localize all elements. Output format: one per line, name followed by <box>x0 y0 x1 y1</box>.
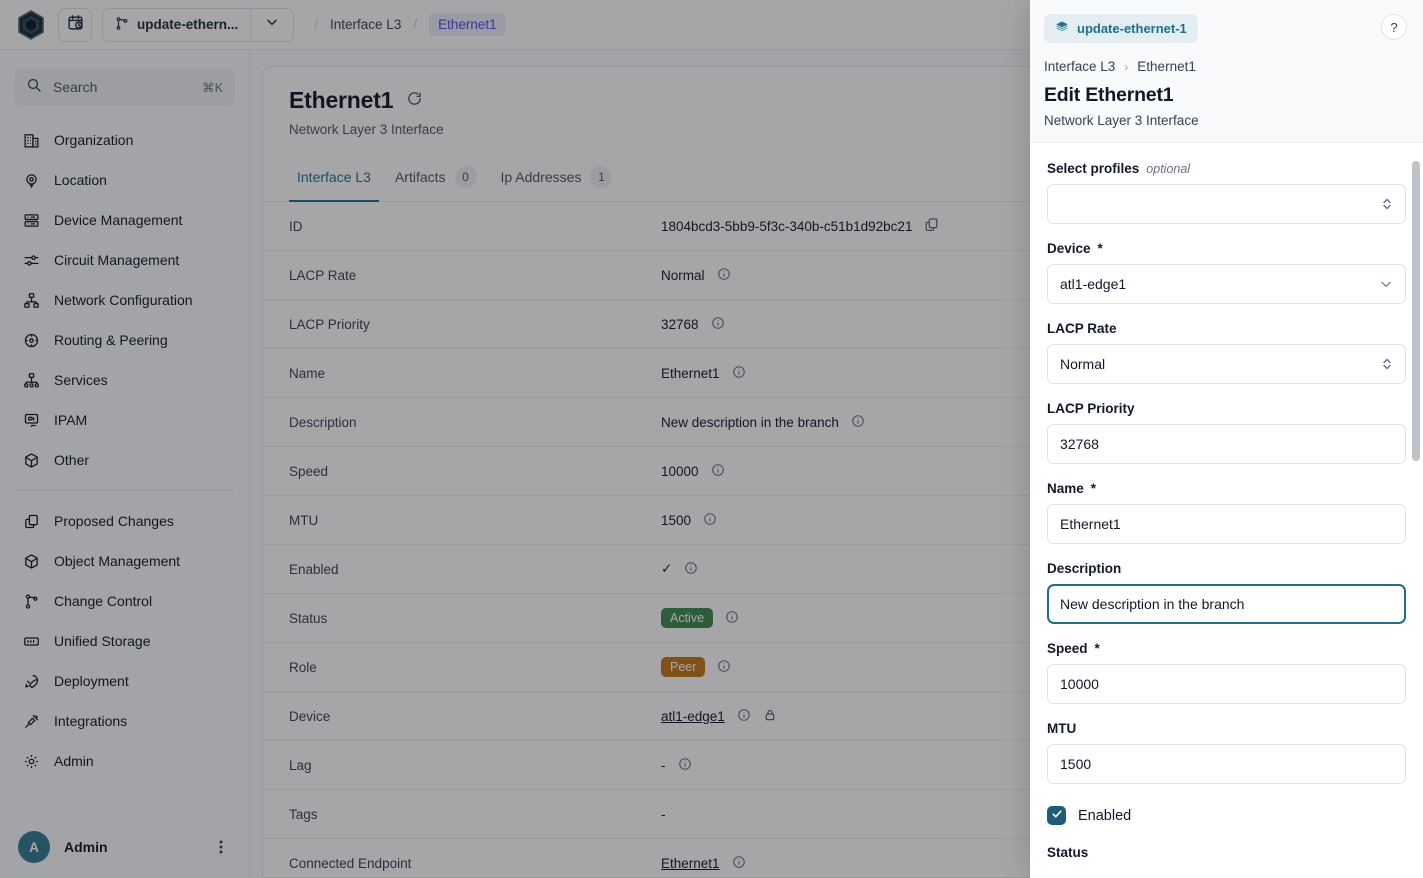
speed-input[interactable]: 10000 <box>1047 664 1406 704</box>
field-label: LACP Priority <box>1047 401 1406 416</box>
field-label: LACP Rate <box>1047 321 1406 336</box>
field-label-text: MTU <box>1047 721 1076 736</box>
drawer-breadcrumb-item-1[interactable]: Ethernet1 <box>1137 59 1196 74</box>
field-speed: Speed * 10000 <box>1047 641 1406 704</box>
drawer-subtitle: Network Layer 3 Interface <box>1044 113 1407 128</box>
field-value: atl1-edge1 <box>1060 276 1379 292</box>
lacp-rate-select[interactable]: Normal <box>1047 344 1406 384</box>
field-value: Ethernet1 <box>1060 516 1393 532</box>
required-marker: * <box>1098 241 1103 256</box>
stepper-chevrons-icon <box>1381 356 1393 372</box>
edit-drawer: update-ethernet-1 ? Interface L3 › Ether… <box>1030 0 1423 878</box>
chevron-down-icon <box>1379 277 1393 291</box>
device-dropdown[interactable]: atl1-edge1 <box>1047 264 1406 304</box>
drawer-breadcrumb: Interface L3 › Ethernet1 <box>1044 59 1407 74</box>
drawer-branch-label: update-ethernet-1 <box>1077 21 1187 36</box>
required-marker: * <box>1091 481 1096 496</box>
drawer-scrollbar[interactable] <box>1412 143 1420 878</box>
field-optional-tag: optional <box>1146 162 1190 176</box>
field-label-text: Device <box>1047 241 1091 256</box>
field-lacp-rate: LACP Rate Normal <box>1047 321 1406 384</box>
field-label: MTU <box>1047 721 1406 736</box>
field-label: Name * <box>1047 481 1406 496</box>
help-button[interactable]: ? <box>1381 14 1407 40</box>
field-label: Speed * <box>1047 641 1406 656</box>
stepper-chevrons-icon <box>1381 196 1393 212</box>
field-name: Name * Ethernet1 <box>1047 481 1406 544</box>
required-marker: * <box>1095 641 1100 656</box>
drawer-header: update-ethernet-1 ? Interface L3 › Ether… <box>1030 0 1423 143</box>
field-description: Description New description in the branc… <box>1047 561 1406 624</box>
field-value: New description in the branch <box>1060 596 1393 612</box>
field-label: Description <box>1047 561 1406 576</box>
field-label-text: Speed <box>1047 641 1088 656</box>
chevron-right-icon: › <box>1124 60 1128 74</box>
layers-icon <box>1055 20 1069 37</box>
mtu-input[interactable]: 1500 <box>1047 744 1406 784</box>
field-lacp-priority: LACP Priority 32768 <box>1047 401 1406 464</box>
drawer-branch-chip[interactable]: update-ethernet-1 <box>1044 14 1198 43</box>
name-input[interactable]: Ethernet1 <box>1047 504 1406 544</box>
field-label-text: Description <box>1047 561 1121 576</box>
drawer-body: Select profiles optional Device * atl1 <box>1030 143 1423 878</box>
enabled-checkbox-label: Enabled <box>1078 808 1131 824</box>
field-value: 10000 <box>1060 676 1393 692</box>
drawer-scrollbar-thumb[interactable] <box>1412 161 1420 461</box>
field-value: Normal <box>1060 356 1381 372</box>
field-label-text: Name <box>1047 481 1084 496</box>
lacp-priority-input[interactable]: 32768 <box>1047 424 1406 464</box>
screen-root: update-ethern... / Interface L3 / Ethern… <box>0 0 1423 878</box>
question-mark-icon: ? <box>1390 20 1397 35</box>
check-icon <box>1051 807 1063 825</box>
field-label-text: Select profiles <box>1047 161 1139 176</box>
field-value: 1500 <box>1060 756 1393 772</box>
description-input[interactable]: New description in the branch <box>1047 584 1406 624</box>
field-device: Device * atl1-edge1 <box>1047 241 1406 304</box>
field-value: 32768 <box>1060 436 1393 452</box>
drawer-title: Edit Ethernet1 <box>1044 84 1407 107</box>
field-mtu: MTU 1500 <box>1047 721 1406 784</box>
drawer-header-top: update-ethernet-1 ? <box>1044 14 1407 43</box>
field-label-text: LACP Priority <box>1047 401 1135 416</box>
enabled-checkbox-row[interactable]: Enabled <box>1047 806 1406 825</box>
field-select-profiles: Select profiles optional <box>1047 161 1406 224</box>
field-label: Device * <box>1047 241 1406 256</box>
drawer-breadcrumb-item-0[interactable]: Interface L3 <box>1044 59 1115 74</box>
enabled-checkbox[interactable] <box>1047 806 1066 825</box>
field-label-text: LACP Rate <box>1047 321 1117 336</box>
field-label-status: Status <box>1047 845 1406 860</box>
field-label: Select profiles optional <box>1047 161 1406 176</box>
select-profiles-input[interactable] <box>1047 184 1406 224</box>
